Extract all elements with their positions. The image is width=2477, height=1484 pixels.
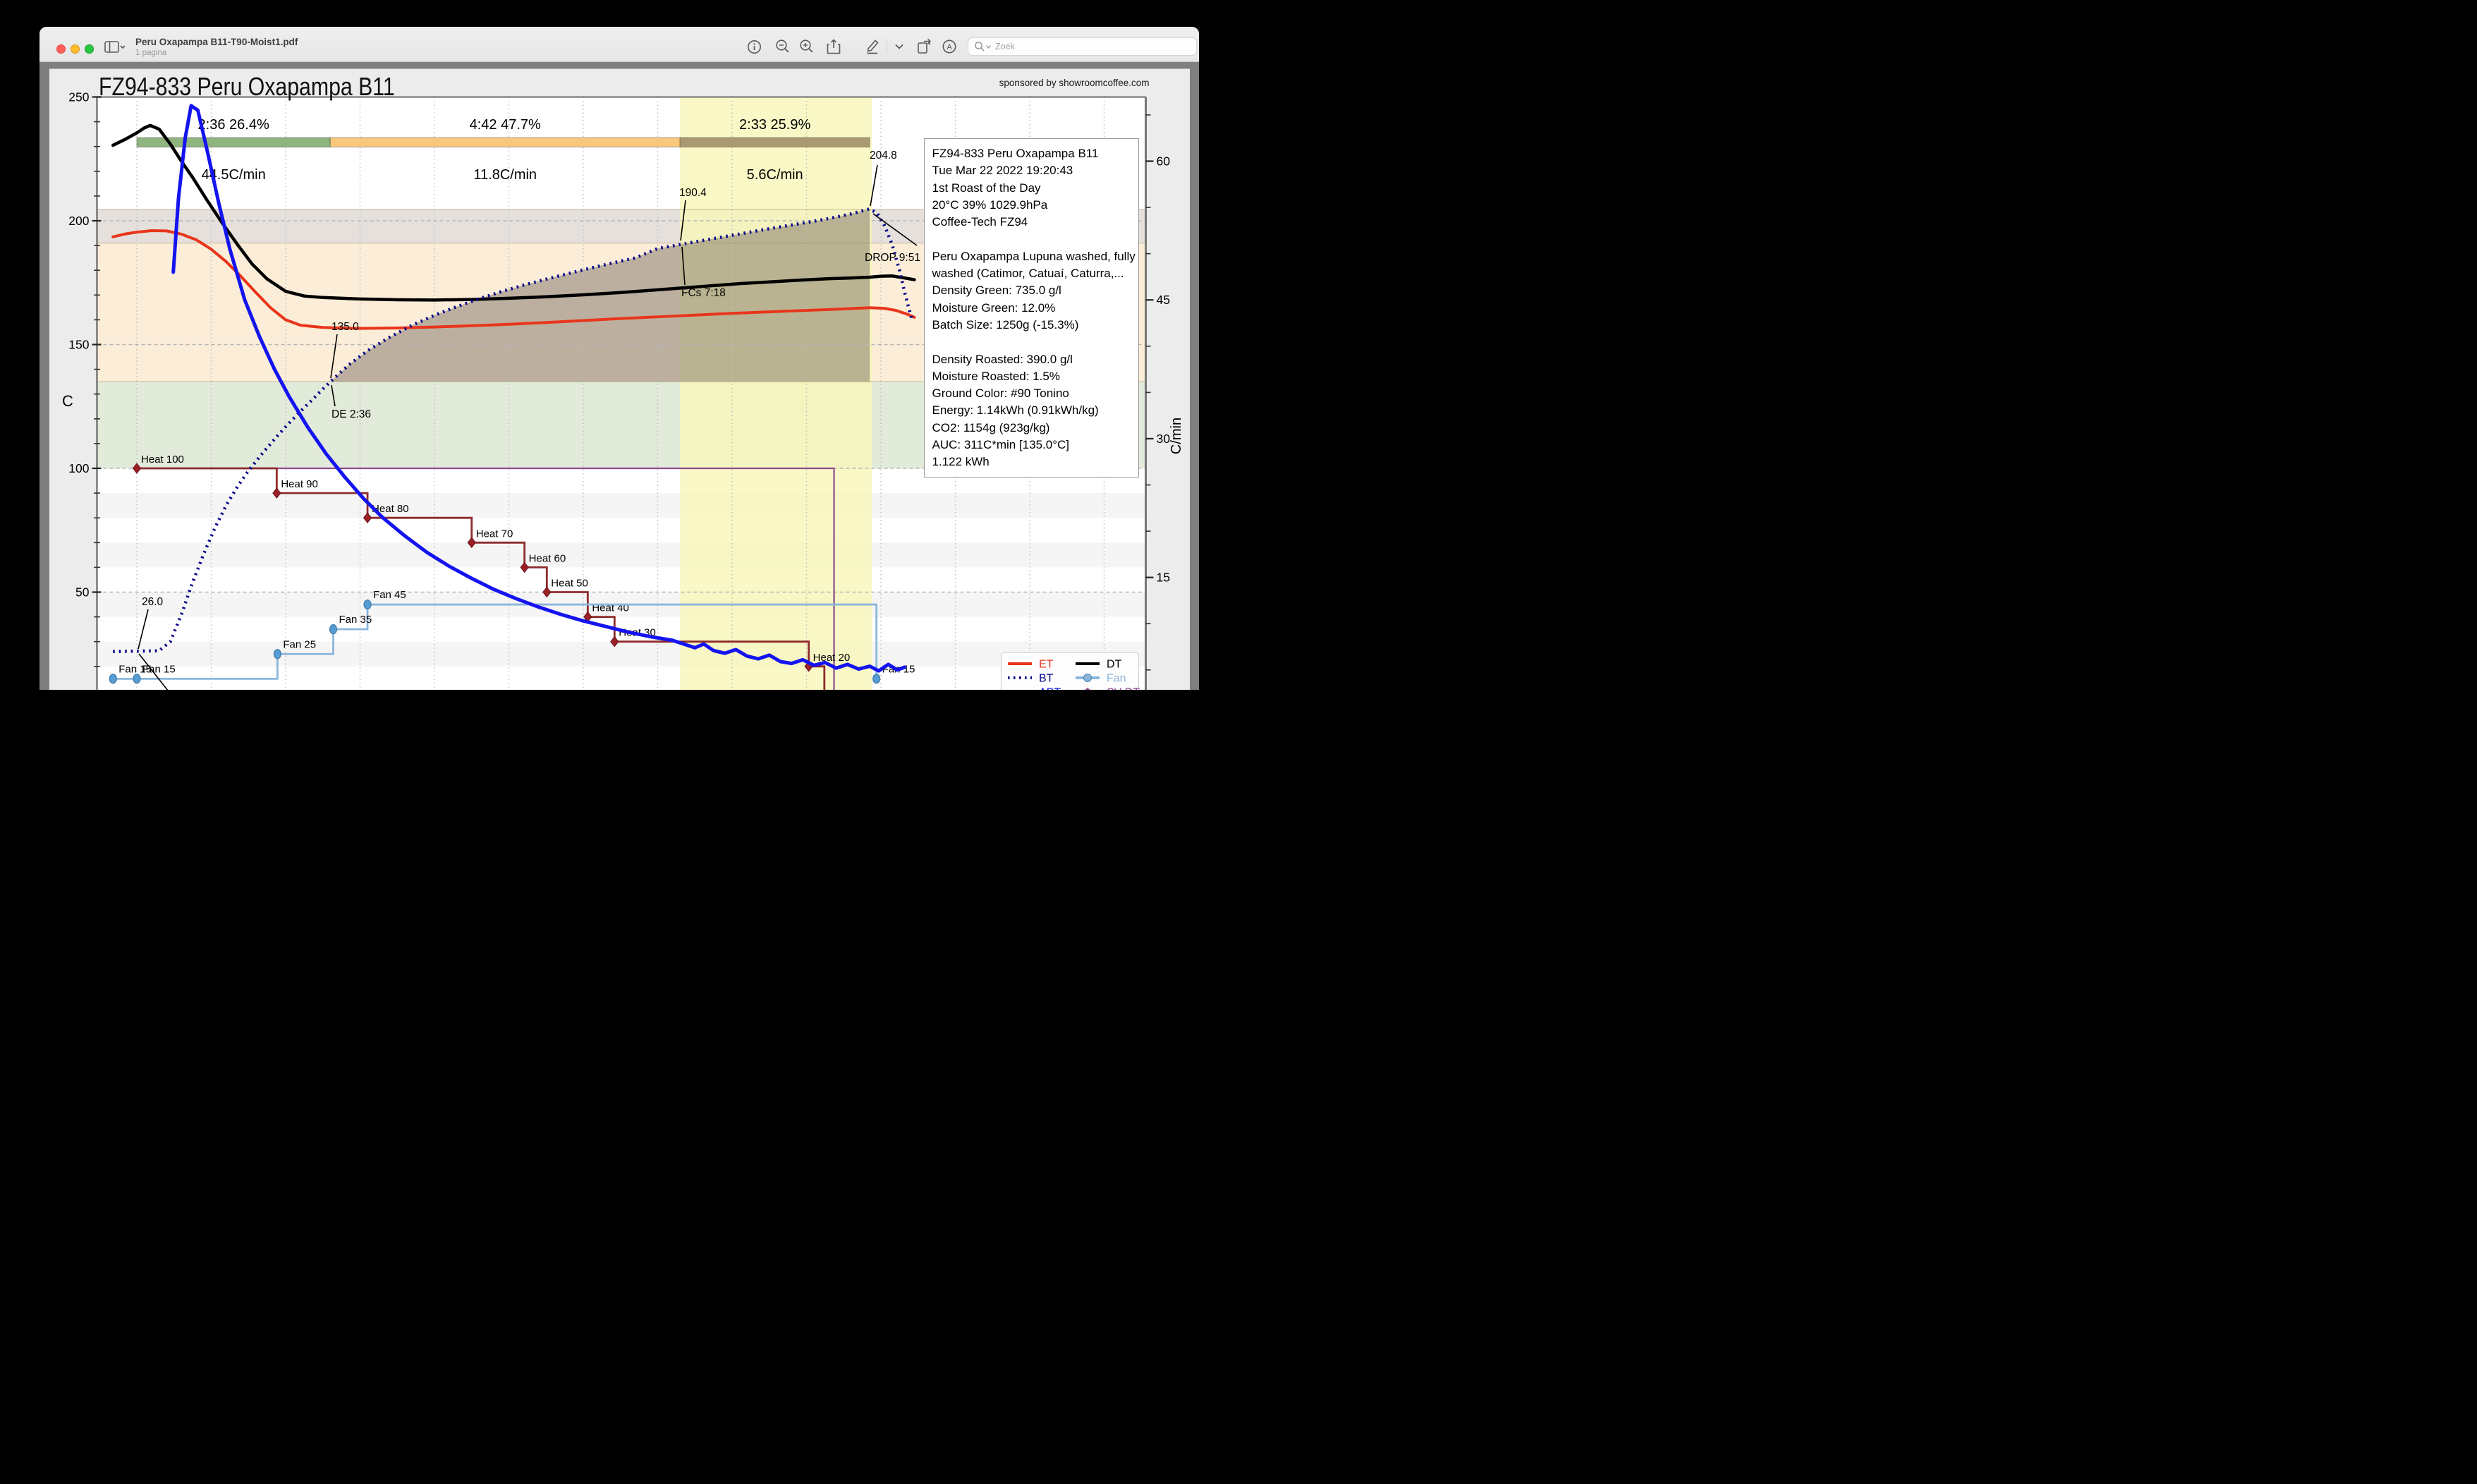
fan-event-marker (133, 674, 140, 683)
left-tick-label: 50 (75, 585, 90, 600)
info-line: Coffee-Tech FZ94 (932, 214, 1138, 231)
legend-label: ΔBT (1039, 687, 1061, 691)
info-line: 1.122 kWh (932, 454, 1138, 470)
right-tick-label: 15 (1156, 571, 1169, 585)
window-title-block: Peru Oxapampa B11-T90-Moist1.pdf 1 pagin… (135, 37, 298, 57)
fan-event-marker (329, 625, 336, 634)
info-line: Tue Mar 22 2022 19:20:43 (932, 162, 1138, 179)
legend-label: Fan (1107, 673, 1126, 685)
heat-event-label: Heat 90 (281, 478, 318, 490)
right-axis-title: C/min (1169, 418, 1184, 454)
fan-event-label: Fan 35 (339, 614, 372, 626)
info-line: Ground Color: #90 Tonino (932, 385, 1138, 402)
zoom-in-icon[interactable] (796, 37, 817, 56)
grey-stripe (97, 542, 1145, 567)
legend-label: DT (1107, 659, 1122, 671)
highlight-icon[interactable] (862, 37, 883, 56)
fan-event-label: Fan 25 (283, 638, 316, 650)
fan-event-marker (109, 674, 116, 683)
search-icon (974, 41, 985, 52)
info-line: Batch Size: 1250g (-15.3%) (932, 317, 1138, 334)
left-axis-title: C (62, 392, 73, 410)
annotation-label: DE 2:36 (331, 408, 371, 420)
info-line: CO2: 1154g (923g/kg) (932, 420, 1138, 437)
fan-event-marker (872, 674, 880, 683)
heat-event-label: Heat 70 (475, 528, 513, 540)
legend-label: SV-DT (1107, 687, 1140, 691)
fan-event-marker (364, 600, 371, 609)
heat-event-label: Heat 60 (528, 552, 566, 564)
info-line: 1st Roast of the Day (932, 180, 1138, 197)
pdf-page: FZ94-833 Peru Oxapampa B11 sponsored by … (49, 68, 1190, 690)
search-input[interactable]: Zoek (968, 37, 1197, 56)
search-placeholder: Zoek (995, 42, 1015, 51)
screen: Peru Oxapampa B11-T90-Moist1.pdf 1 pagin… (0, 0, 1238, 742)
annotation-label: 190.4 (679, 187, 707, 199)
grey-stripe (97, 642, 1145, 667)
phase-time-label: 2:33 25.9% (739, 117, 810, 133)
info-line: AUC: 311C*min [135.0°C] (932, 437, 1138, 454)
markup-icon[interactable]: A (939, 37, 960, 56)
chart-title: FZ94-833 Peru Oxapampa B11 (99, 72, 395, 102)
minimize-button[interactable] (71, 44, 80, 54)
left-tick-label: 250 (68, 90, 89, 104)
info-line: Peru Oxapampa Lupuna washed, fully (932, 248, 1138, 265)
preview-window: Peru Oxapampa B11-T90-Moist1.pdf 1 pagin… (39, 27, 1199, 690)
right-tick-label: 60 (1156, 154, 1170, 169)
roast-info-box: FZ94-833 Peru Oxapampa B11Tue Mar 22 202… (924, 138, 1139, 478)
title-bar: Peru Oxapampa B11-T90-Moist1.pdf 1 pagin… (39, 27, 1199, 62)
phase-ror-label: 11.8C/min (473, 167, 537, 183)
left-tick-label: 100 (68, 461, 89, 475)
info-line: Moisture Green: 12.0% (932, 300, 1138, 317)
window-subtitle: 1 pagina (135, 49, 298, 57)
close-button[interactable] (56, 44, 66, 54)
legend-label: BT (1039, 673, 1054, 685)
left-tick-label: 150 (68, 338, 89, 352)
phase-bar-maillard (330, 138, 680, 147)
search-chevron-icon (985, 44, 992, 49)
right-tick-label: 45 (1156, 293, 1169, 307)
window-title: Peru Oxapampa B11-T90-Moist1.pdf (135, 37, 298, 47)
phase-ror-label: 5.6C/min (746, 167, 803, 183)
rotate-icon[interactable] (913, 37, 935, 56)
share-icon[interactable] (823, 37, 844, 56)
heat-event-label: Heat 20 (813, 652, 850, 664)
info-line: Density Roasted: 390.0 g/l (932, 351, 1138, 368)
info-line: Energy: 1.14kWh (0.91kWh/kg) (932, 402, 1138, 419)
finishing-period-band (680, 97, 872, 691)
sidebar-icon[interactable] (104, 41, 126, 57)
fan-event-marker (274, 650, 281, 659)
chevron-down-icon[interactable] (889, 37, 910, 56)
legend: ET DT BT Fan ΔBT SV-DT (1001, 652, 1140, 690)
info-line (932, 334, 1138, 351)
sponsor-text: sponsored by showroomcoffee.com (999, 78, 1150, 88)
info-line: FZ94-833 Peru Oxapampa B11 (932, 145, 1138, 162)
left-tick-label: 200 (68, 214, 89, 228)
fan-event-label: Fan 45 (373, 589, 406, 601)
annotation-label: 135.0 (331, 321, 359, 333)
annotation-label: 204.8 (870, 150, 897, 162)
info-line: 20°C 39% 1029.9hPa (932, 197, 1138, 214)
grey-stripe (97, 493, 1145, 518)
info-line: Moisture Roasted: 1.5% (932, 368, 1138, 385)
info-line: washed (Catimor, Catuaí, Caturra,... (932, 265, 1138, 282)
phase-time-label: 2:36 26.4% (197, 117, 269, 133)
phase-bar-finishing (680, 138, 870, 147)
info-icon[interactable] (743, 37, 765, 56)
heat-event-label: Heat 50 (551, 578, 588, 590)
info-line: Density Green: 735.0 g/l (932, 282, 1138, 299)
phase-time-label: 4:42 47.7% (469, 117, 540, 133)
zoom-out-icon[interactable] (772, 37, 793, 56)
svg-text:A: A (947, 43, 952, 51)
legend-label: ET (1039, 659, 1054, 671)
zoom-button[interactable] (85, 44, 94, 54)
annotation-label: 26.0 (142, 596, 164, 608)
info-line (932, 231, 1138, 248)
heat-event-label: Heat 100 (141, 454, 184, 466)
annotation-label: FCs 7:18 (681, 287, 726, 299)
annotation-label: DROP 9:51 (865, 252, 920, 264)
